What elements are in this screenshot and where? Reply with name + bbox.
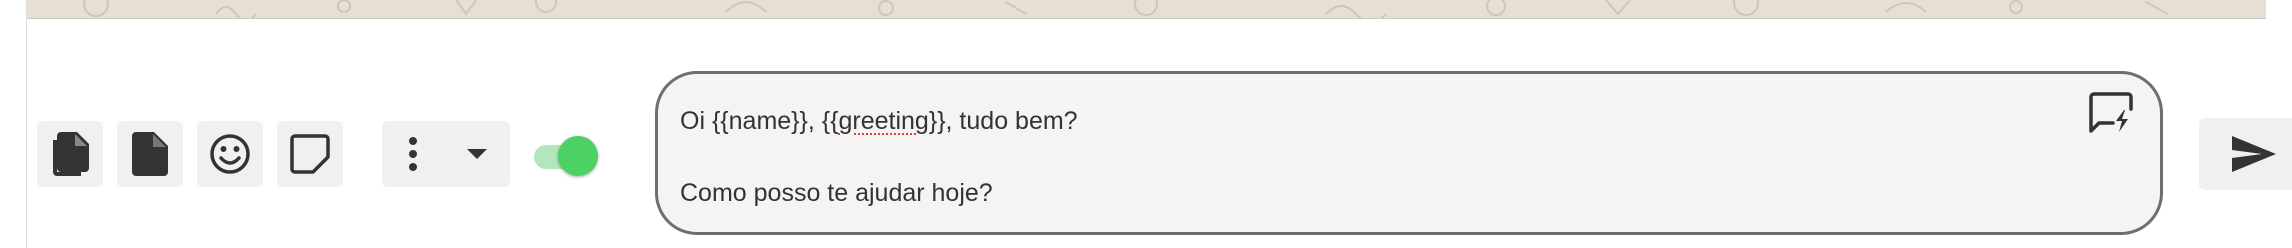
misspelled-word: greeting xyxy=(838,107,929,135)
emoji-button[interactable] xyxy=(197,121,263,187)
send-button[interactable] xyxy=(2199,118,2292,190)
signature-toggle[interactable] xyxy=(532,134,600,178)
attach-file-button[interactable] xyxy=(117,121,183,187)
file-copy-icon xyxy=(53,132,89,176)
message-line-2: Como posso te ajudar hoje? xyxy=(680,179,993,207)
send-icon xyxy=(2232,136,2276,172)
message-input[interactable]: Oi {{name}}, {{greeting}}, tudo bem? Como… xyxy=(655,71,2163,235)
quick-reply-icon[interactable] xyxy=(2088,90,2134,136)
more-options-group xyxy=(382,121,510,187)
message-composer: Oi {{name}}, {{greeting}}, tudo bem? Como… xyxy=(27,19,2292,248)
toggle-knob xyxy=(558,136,598,176)
more-vertical-icon xyxy=(409,137,417,171)
more-options-button[interactable] xyxy=(382,121,444,187)
more-options-dropdown[interactable] xyxy=(444,121,510,187)
message-line-1-prefix: Oi {{name}}, {{ xyxy=(680,107,839,135)
sticker-button[interactable] xyxy=(277,121,343,187)
attach-multiple-button[interactable] xyxy=(37,121,103,187)
sticky-note-icon xyxy=(290,134,330,174)
message-text: Oi {{name}}, {{greeting}}, tudo bem? Como… xyxy=(680,103,1078,211)
wallpaper-doodles xyxy=(83,0,2169,18)
message-line-1: Oi {{name}}, {{greeting}}, tudo bem? xyxy=(680,103,1078,139)
message-line-1-suffix: }}, tudo bem? xyxy=(928,107,1078,135)
smiley-icon xyxy=(210,134,250,174)
file-icon xyxy=(132,132,168,176)
chat-wallpaper-strip xyxy=(26,0,2266,18)
caret-down-icon xyxy=(467,149,487,159)
